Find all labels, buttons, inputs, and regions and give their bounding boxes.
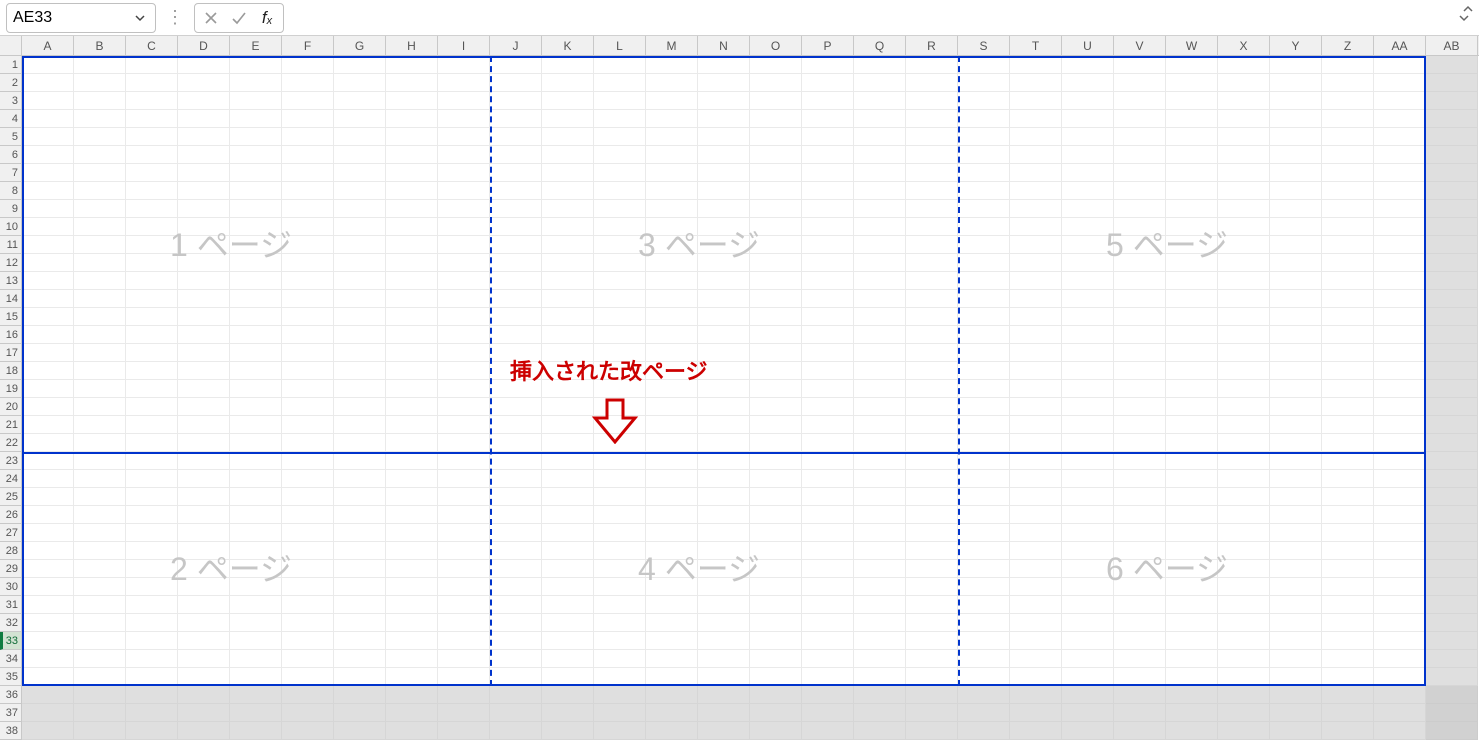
row-header[interactable]: 19 [0, 380, 21, 398]
column-header[interactable]: J [490, 36, 542, 56]
row-header[interactable]: 11 [0, 236, 21, 254]
row-header[interactable]: 1 [0, 56, 21, 74]
column-header[interactable]: A [22, 36, 74, 56]
column-header[interactable]: B [74, 36, 126, 56]
formula-bar: AE33 ⋮ fx [0, 0, 1479, 36]
column-header[interactable]: X [1218, 36, 1270, 56]
column-header[interactable]: Z [1322, 36, 1374, 56]
column-header[interactable]: M [646, 36, 698, 56]
column-header[interactable]: Q [854, 36, 906, 56]
column-header[interactable]: T [1010, 36, 1062, 56]
row-header[interactable]: 10 [0, 218, 21, 236]
column-header[interactable]: E [230, 36, 282, 56]
formula-bar-separator: ⋮ [162, 7, 188, 28]
row-headers[interactable]: 1234567891011121314151617181920212223242… [0, 56, 22, 740]
formula-input[interactable] [290, 3, 1449, 33]
column-header[interactable]: I [438, 36, 490, 56]
column-header[interactable]: N [698, 36, 750, 56]
row-header[interactable]: 34 [0, 650, 21, 668]
row-header[interactable]: 27 [0, 524, 21, 542]
row-header[interactable]: 20 [0, 398, 21, 416]
row-header[interactable]: 8 [0, 182, 21, 200]
worksheet-area[interactable]: ABCDEFGHIJKLMNOPQRSTUVWXYZAAAB 123456789… [0, 36, 1479, 756]
name-box-dropdown-icon[interactable] [131, 12, 149, 24]
column-header[interactable]: H [386, 36, 438, 56]
column-header[interactable]: D [178, 36, 230, 56]
column-header[interactable]: P [802, 36, 854, 56]
enter-icon[interactable] [229, 8, 249, 28]
row-header[interactable]: 24 [0, 470, 21, 488]
row-header[interactable]: 15 [0, 308, 21, 326]
column-header[interactable]: U [1062, 36, 1114, 56]
row-header[interactable]: 36 [0, 686, 21, 704]
row-header[interactable]: 14 [0, 290, 21, 308]
column-header[interactable]: W [1166, 36, 1218, 56]
column-header[interactable]: R [906, 36, 958, 56]
column-header[interactable]: AA [1374, 36, 1426, 56]
cancel-icon[interactable] [201, 8, 221, 28]
row-header[interactable]: 29 [0, 560, 21, 578]
column-header[interactable]: L [594, 36, 646, 56]
row-header[interactable]: 9 [0, 200, 21, 218]
column-header[interactable]: S [958, 36, 1010, 56]
row-header[interactable]: 13 [0, 272, 21, 290]
row-header[interactable]: 6 [0, 146, 21, 164]
column-headers[interactable]: ABCDEFGHIJKLMNOPQRSTUVWXYZAAAB [22, 36, 1479, 56]
column-header[interactable]: V [1114, 36, 1166, 56]
column-header[interactable]: C [126, 36, 178, 56]
cell-grid[interactable]: 1 ページ3 ページ5 ページ2 ページ4 ページ6 ページ挿入された改ページ [22, 56, 1479, 756]
column-header[interactable]: Y [1270, 36, 1322, 56]
row-header[interactable]: 28 [0, 542, 21, 560]
column-header[interactable]: O [750, 36, 802, 56]
row-header[interactable]: 5 [0, 128, 21, 146]
row-header[interactable]: 21 [0, 416, 21, 434]
row-header[interactable]: 26 [0, 506, 21, 524]
row-header[interactable]: 12 [0, 254, 21, 272]
row-header[interactable]: 25 [0, 488, 21, 506]
row-header[interactable]: 16 [0, 326, 21, 344]
row-header[interactable]: 30 [0, 578, 21, 596]
row-header[interactable]: 35 [0, 668, 21, 686]
row-header[interactable]: 33 [0, 632, 21, 650]
row-header[interactable]: 2 [0, 74, 21, 92]
column-header[interactable]: F [282, 36, 334, 56]
insert-function-icon[interactable]: fx [257, 8, 277, 28]
row-header[interactable]: 37 [0, 704, 21, 722]
row-header[interactable]: 3 [0, 92, 21, 110]
row-header[interactable]: 18 [0, 362, 21, 380]
name-box[interactable]: AE33 [6, 3, 156, 33]
row-header[interactable]: 38 [0, 722, 21, 740]
row-header[interactable]: 32 [0, 614, 21, 632]
row-header[interactable]: 4 [0, 110, 21, 128]
name-box-value: AE33 [13, 9, 131, 27]
row-header[interactable]: 31 [0, 596, 21, 614]
column-header[interactable]: K [542, 36, 594, 56]
row-header[interactable]: 22 [0, 434, 21, 452]
row-header[interactable]: 7 [0, 164, 21, 182]
column-header[interactable]: AB [1426, 36, 1478, 56]
column-header[interactable]: G [334, 36, 386, 56]
ribbon-collapse-icon[interactable] [1457, 2, 1475, 19]
select-all-corner[interactable] [0, 36, 22, 56]
row-header[interactable]: 17 [0, 344, 21, 362]
row-header[interactable]: 23 [0, 452, 21, 470]
formula-buttons: fx [194, 3, 284, 33]
